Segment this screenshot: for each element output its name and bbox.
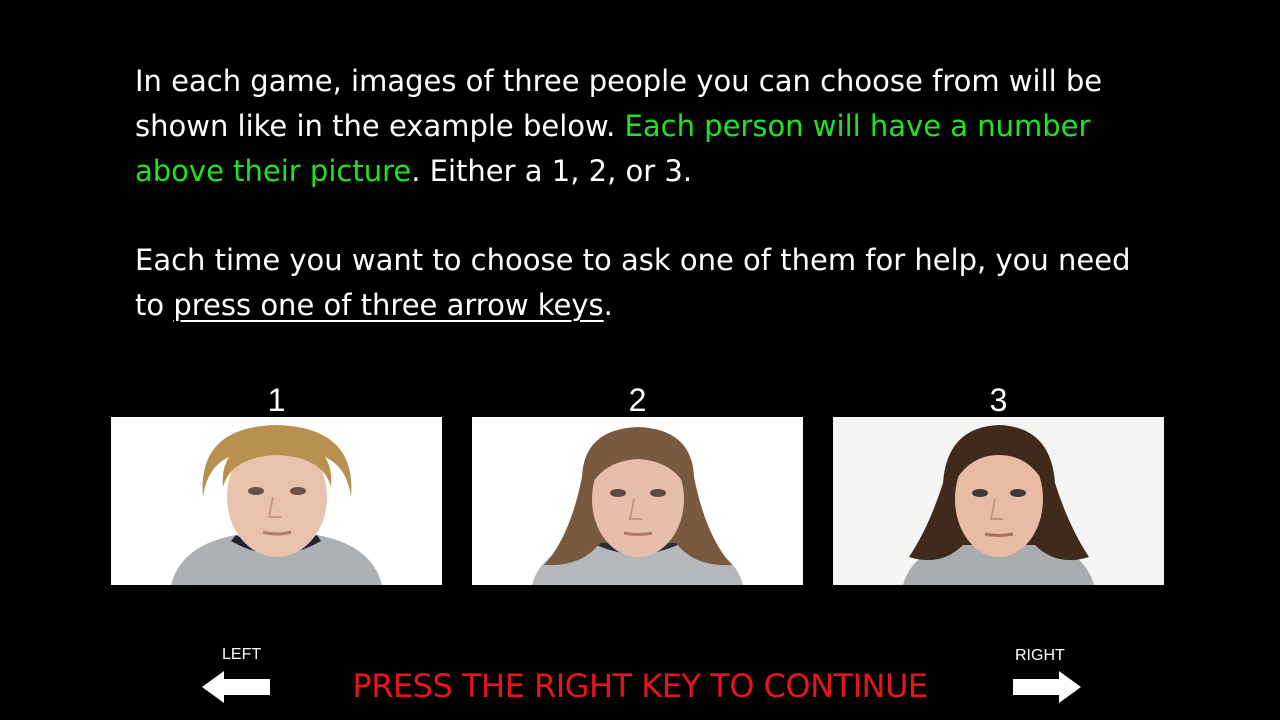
instruction-underlined: press one of three arrow keys	[173, 288, 604, 322]
person-photo-2[interactable]	[472, 417, 803, 585]
left-key-label: LEFT	[222, 646, 262, 663]
person-number-1: 1	[267, 382, 286, 418]
person-number-2: 2	[628, 382, 647, 418]
arrow-right-icon	[1013, 671, 1081, 703]
person-photo-1[interactable]	[111, 417, 442, 585]
right-key-label: RIGHT	[1015, 647, 1065, 664]
arrow-left-icon	[202, 671, 270, 703]
person-photo-3[interactable]	[833, 417, 1164, 585]
person-number-3: 3	[989, 382, 1008, 418]
instruction-paragraph-1: In each game, images of three people you…	[135, 59, 1165, 194]
instruction-text: . Either a 1, 2, or 3.	[411, 154, 693, 188]
continue-prompt: PRESS THE RIGHT KEY TO CONTINUE	[352, 667, 928, 705]
instruction-paragraph-2: Each time you want to choose to ask one …	[135, 238, 1165, 328]
instruction-text: .	[603, 288, 613, 322]
